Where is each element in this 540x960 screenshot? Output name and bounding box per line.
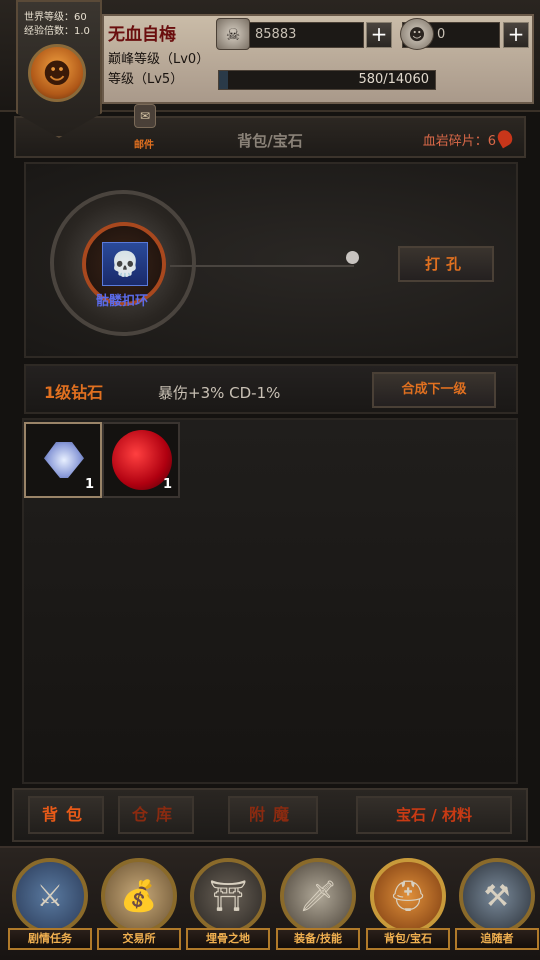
exp-text: 580/14060 (358, 72, 429, 87)
gem-effect: 暴伤+3% CD-1% (158, 384, 281, 402)
helmet-icon: ⛑ (370, 858, 446, 934)
nav-label: 交易所 (97, 928, 181, 950)
bone-currency-icon: ☠ (216, 18, 250, 50)
exp-bar: 580/14060 (218, 70, 436, 90)
blood-rock-shards: 血岩碎片：6 (422, 134, 496, 149)
nav-bone-land[interactable]: ⛩ 埋骨之地 (186, 858, 270, 956)
gate-icon: ⛩ (190, 858, 266, 934)
add-currency2-button[interactable]: + (503, 22, 529, 48)
exp-multiplier: 经验倍数：1.0 (24, 26, 90, 37)
nav-trade[interactable]: 💰 交易所 (97, 858, 181, 956)
knight-icon: ⚔ (12, 858, 88, 934)
skull-currency-icon: ☻ (400, 18, 434, 50)
add-currency1-button[interactable]: + (366, 22, 392, 48)
nav-label: 追随者 (455, 928, 539, 950)
nav-story-quests[interactable]: ⚔ 剧情任务 (8, 858, 92, 956)
nav-label: 装备/技能 (276, 928, 360, 950)
socket-line (170, 265, 354, 267)
nav-equip-skills[interactable]: 🗡 装备/技能 (276, 858, 360, 956)
peak-level: 巅峰等级（Lv0） (108, 52, 210, 67)
nav-bag-gems[interactable]: ⛑ 背包/宝石 (366, 858, 450, 956)
sword-icon: 🗡 (280, 858, 356, 934)
tab-backpack[interactable]: 背包 (28, 796, 104, 834)
inventory-slot-diamond[interactable]: 1 (24, 422, 102, 498)
inventory-slot-ruby[interactable]: 1 (102, 422, 180, 498)
nav-label: 剧情任务 (8, 928, 92, 950)
mail-icon[interactable]: ✉ (134, 104, 156, 128)
merge-next-level-button[interactable]: 合成下一级 (372, 372, 496, 408)
exp-bar-fill (219, 71, 228, 89)
nav-label: 埋骨之地 (186, 928, 270, 950)
diamond-gem-icon (44, 442, 84, 478)
slot-count: 1 (84, 477, 94, 492)
dwarf-face-icon: ☻ (42, 56, 72, 90)
socket-hole-dot (346, 251, 359, 264)
money-bag-icon: 💰 (101, 858, 177, 934)
anvil-icon: ⚒ (459, 858, 535, 934)
punch-hole-button[interactable]: 打孔 (398, 246, 494, 282)
player-name: 无血自梅 (108, 25, 176, 45)
world-level: 世界等级：60 (24, 12, 87, 23)
tab-gems-materials[interactable]: 宝石 / 材料 (356, 796, 512, 834)
nav-label: 背包/宝石 (366, 928, 450, 950)
tab-enchant[interactable]: 附魔 (228, 796, 318, 834)
nav-followers[interactable]: ⚒ 追随者 (455, 858, 539, 956)
skull-buckle-icon[interactable]: 💀 (102, 242, 148, 286)
slot-count: 1 (162, 477, 172, 492)
tab-warehouse[interactable]: 仓库 (118, 796, 194, 834)
gem-name: 1级钻石 (44, 383, 104, 402)
socket-item-name: 骷髅扣环 (96, 294, 149, 309)
player-level: 等级（Lv5） (108, 72, 184, 87)
player-avatar[interactable]: ☻ (28, 44, 86, 102)
